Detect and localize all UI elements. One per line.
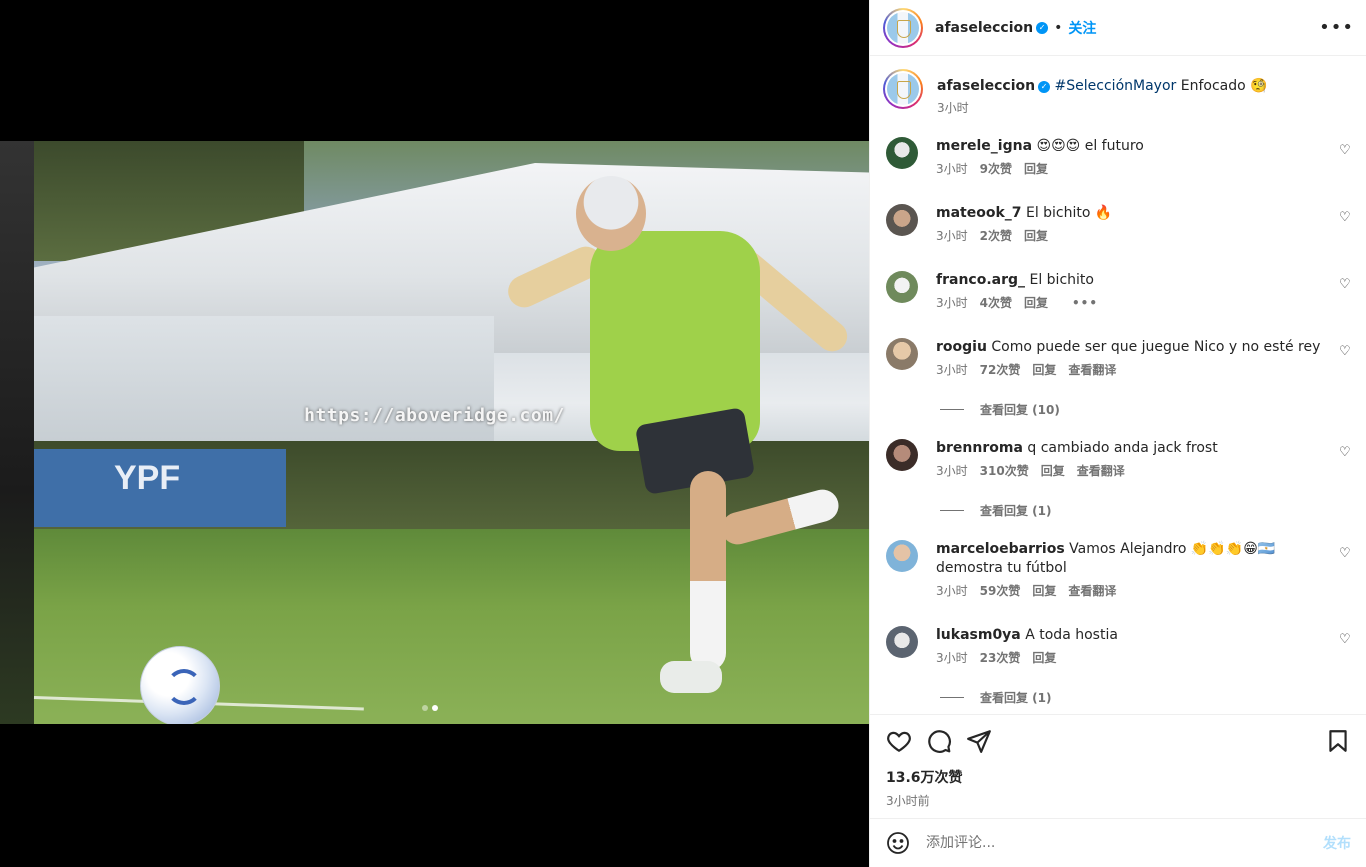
verified-icon: ✓: [1038, 81, 1051, 93]
add-comment-bar: 发布: [870, 818, 1366, 867]
comment: roogiu Como puede ser que juegue Nico y …: [870, 338, 1366, 378]
afa-crest-icon: [887, 73, 919, 105]
comment-username[interactable]: mateook_7: [936, 205, 1022, 221]
comment-time: 3小时: [936, 229, 968, 243]
heart-icon[interactable]: ♡: [1339, 277, 1353, 292]
reply-button[interactable]: 回复: [1032, 363, 1056, 377]
caption: afaseleccion ✓ #SelecciónMayor Enfocado 🧐…: [870, 57, 1366, 123]
share-icon[interactable]: [966, 728, 992, 754]
caption-time: 3小时: [937, 101, 969, 115]
reply-button[interactable]: 回复: [1041, 464, 1065, 478]
heart-icon[interactable]: [886, 728, 912, 754]
follow-button[interactable]: 关注: [1068, 18, 1096, 38]
more-icon[interactable]: •••: [1319, 17, 1354, 38]
comment: marceloebarrios Vamos Alejandro 👏👏👏😁🇦🇷 d…: [870, 540, 1366, 599]
comment-username[interactable]: merele_igna: [936, 138, 1032, 154]
reply-button[interactable]: 回复: [1024, 162, 1048, 176]
post-time: 3小时前: [886, 794, 930, 808]
comment-time: 3小时: [936, 296, 968, 310]
avatar[interactable]: [886, 338, 918, 370]
avatar[interactable]: [886, 540, 918, 572]
post-photo[interactable]: YPF https://aboveridge.com/: [0, 141, 869, 724]
translate-button[interactable]: 查看翻译: [1068, 584, 1116, 598]
comment-likes[interactable]: 59次赞: [980, 584, 1021, 598]
comment: franco.arg_ El bichito 3小时 4次赞 回复 ••• ♡: [870, 271, 1366, 311]
comment: mateook_7 El bichito 🔥 3小时 2次赞 回复 ♡: [870, 204, 1366, 244]
comment-username[interactable]: lukasm0ya: [936, 627, 1021, 643]
watermark: https://aboveridge.com/: [304, 405, 565, 426]
comment-likes[interactable]: 4次赞: [980, 296, 1012, 310]
comment-time: 3小时: [936, 464, 968, 478]
comment-username[interactable]: roogiu: [936, 339, 987, 355]
heart-icon[interactable]: ♡: [1339, 210, 1353, 225]
reply-button[interactable]: 回复: [1024, 229, 1048, 243]
comment-likes[interactable]: 72次赞: [980, 363, 1021, 377]
carousel-dot-active[interactable]: [432, 705, 438, 711]
comment-input[interactable]: [926, 835, 1286, 851]
header-username[interactable]: afaseleccion: [935, 20, 1033, 36]
media-area: YPF https://aboveridge.com/: [0, 0, 869, 867]
translate-button[interactable]: 查看翻译: [1068, 363, 1116, 377]
avatar[interactable]: [886, 137, 918, 169]
post-viewer: YPF https://aboveridge.com/ afaseleccion…: [0, 0, 1366, 867]
hashtag-link[interactable]: #SelecciónMayor: [1055, 78, 1177, 94]
comment-text: Como puede ser que juegue Nico y no esté…: [991, 339, 1321, 355]
verified-icon: ✓: [1036, 21, 1049, 34]
football: [140, 646, 220, 724]
carousel-dot[interactable]: [422, 705, 428, 711]
comment-time: 3小时: [936, 162, 968, 176]
reply-button[interactable]: 回复: [1024, 296, 1048, 310]
comment-likes[interactable]: 310次赞: [980, 464, 1029, 478]
emoji-icon[interactable]: [886, 831, 910, 855]
view-replies-button[interactable]: 查看回复 (10): [940, 401, 1060, 418]
comment-text: A toda hostia: [1025, 627, 1118, 643]
avatar[interactable]: [886, 439, 918, 471]
comment-likes[interactable]: 9次赞: [980, 162, 1012, 176]
comment-likes[interactable]: 23次赞: [980, 651, 1021, 665]
comment: brennroma q cambiado anda jack frost 3小时…: [870, 439, 1366, 479]
avatar[interactable]: [886, 626, 918, 658]
afa-crest-icon: [887, 11, 919, 44]
reply-button[interactable]: 回复: [1032, 584, 1056, 598]
carousel-dots: [422, 705, 438, 711]
heart-icon[interactable]: ♡: [1339, 632, 1353, 647]
action-bar: 13.6万次赞 3小时前: [870, 714, 1366, 818]
side-panel: afaseleccion ✓ • 关注 ••• afaseleccion ✓ #S…: [869, 0, 1366, 867]
comment-username[interactable]: marceloebarrios: [936, 541, 1065, 557]
translate-button[interactable]: 查看翻译: [1077, 464, 1125, 478]
view-replies-button[interactable]: 查看回复 (1): [940, 502, 1052, 519]
caption-text: Enfocado 🧐: [1180, 78, 1268, 94]
comment-icon[interactable]: [926, 728, 952, 754]
likes-count[interactable]: 13.6万次赞: [886, 767, 1351, 787]
post-button[interactable]: 发布: [1323, 833, 1351, 853]
comment-options-icon[interactable]: •••: [1072, 296, 1098, 310]
comment-text: El bichito: [1029, 272, 1094, 288]
avatar[interactable]: [886, 271, 918, 303]
comment: merele_igna 😍😍😍 el futuro 3小时 9次赞 回复 ♡: [870, 137, 1366, 177]
comment-time: 3小时: [936, 363, 968, 377]
comments-scroll[interactable]: afaseleccion ✓ #SelecciónMayor Enfocado 🧐…: [870, 57, 1366, 714]
comment-text: 😍😍😍 el futuro: [1036, 138, 1144, 154]
heart-icon[interactable]: ♡: [1339, 445, 1353, 460]
caption-username[interactable]: afaseleccion: [937, 78, 1035, 94]
heart-icon[interactable]: ♡: [1339, 344, 1353, 359]
comment-text: q cambiado anda jack frost: [1027, 440, 1218, 456]
comment-time: 3小时: [936, 651, 968, 665]
heart-icon[interactable]: ♡: [1339, 546, 1353, 561]
avatar[interactable]: [883, 69, 923, 109]
comment-username[interactable]: franco.arg_: [936, 272, 1025, 288]
comment-likes[interactable]: 2次赞: [980, 229, 1012, 243]
view-replies-button[interactable]: 查看回复 (1): [940, 689, 1052, 706]
avatar[interactable]: [886, 204, 918, 236]
post-header: afaseleccion ✓ • 关注 •••: [870, 0, 1366, 56]
avatar[interactable]: [883, 7, 923, 48]
comment: lukasm0ya A toda hostia 3小时 23次赞 回复 ♡: [870, 626, 1366, 666]
bookmark-icon[interactable]: [1325, 728, 1351, 754]
comment-time: 3小时: [936, 584, 968, 598]
heart-icon[interactable]: ♡: [1339, 143, 1353, 158]
reply-button[interactable]: 回复: [1032, 651, 1056, 665]
comment-username[interactable]: brennroma: [936, 440, 1023, 456]
separator-dot: •: [1054, 19, 1063, 36]
comment-text: El bichito 🔥: [1025, 205, 1113, 221]
